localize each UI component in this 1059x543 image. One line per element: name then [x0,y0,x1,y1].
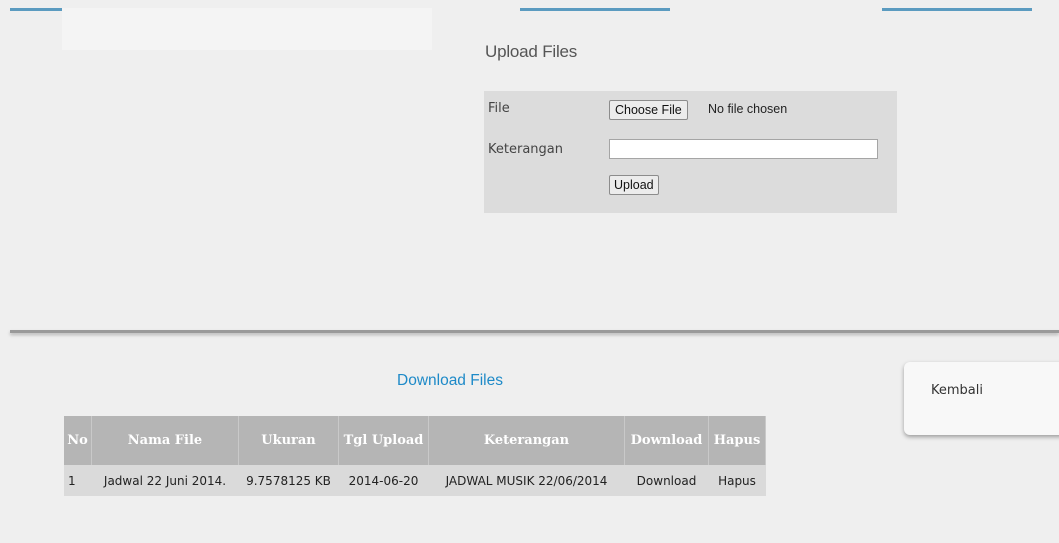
keterangan-input[interactable] [609,139,878,159]
file-label: File [488,101,510,116]
upload-title: Upload Files [485,42,578,61]
table-row: 1 Jadwal 22 Juni 2014. 9.7578125 KB 2014… [64,465,766,496]
hapus-link[interactable]: Hapus [718,474,756,488]
cell-tgl-upload: 2014-06-20 [338,465,429,496]
column-header-no: No [64,416,92,465]
table-header-row: No Nama File Ukuran Tgl Upload Keteranga… [64,416,766,465]
column-header-keterangan: Keterangan [428,416,625,465]
kembali-panel: Kembali [904,362,1059,435]
cell-ukuran: 9.7578125 KB [238,465,339,496]
no-file-text: No file chosen [708,102,788,116]
cell-no: 1 [64,465,92,496]
download-title: Download Files [397,372,503,389]
cell-download: Download [624,465,709,496]
section-divider [10,330,1059,333]
upload-button[interactable]: Upload [609,175,659,195]
column-header-ukuran: Ukuran [238,416,339,465]
cell-hapus: Hapus [708,465,766,496]
upload-form: File Choose File No file chosen Keterang… [484,91,897,213]
column-header-nama-file: Nama File [91,416,239,465]
column-header-hapus: Hapus [708,416,766,465]
download-link[interactable]: Download [637,474,697,488]
column-header-tgl-upload: Tgl Upload [338,416,429,465]
keterangan-label: Keterangan [488,142,563,157]
cell-keterangan: JADWAL MUSIK 22/06/2014 [428,465,625,496]
files-table: No Nama File Ukuran Tgl Upload Keteranga… [64,416,766,496]
accent-bar [520,8,670,11]
kembali-link[interactable]: Kembali [931,383,983,398]
choose-file-button[interactable]: Choose File [609,100,688,120]
accent-bar [10,8,62,11]
cell-nama-file: Jadwal 22 Juni 2014. [91,465,239,496]
header-panel [62,8,432,50]
column-header-download: Download [624,416,709,465]
accent-bar [882,8,1032,11]
